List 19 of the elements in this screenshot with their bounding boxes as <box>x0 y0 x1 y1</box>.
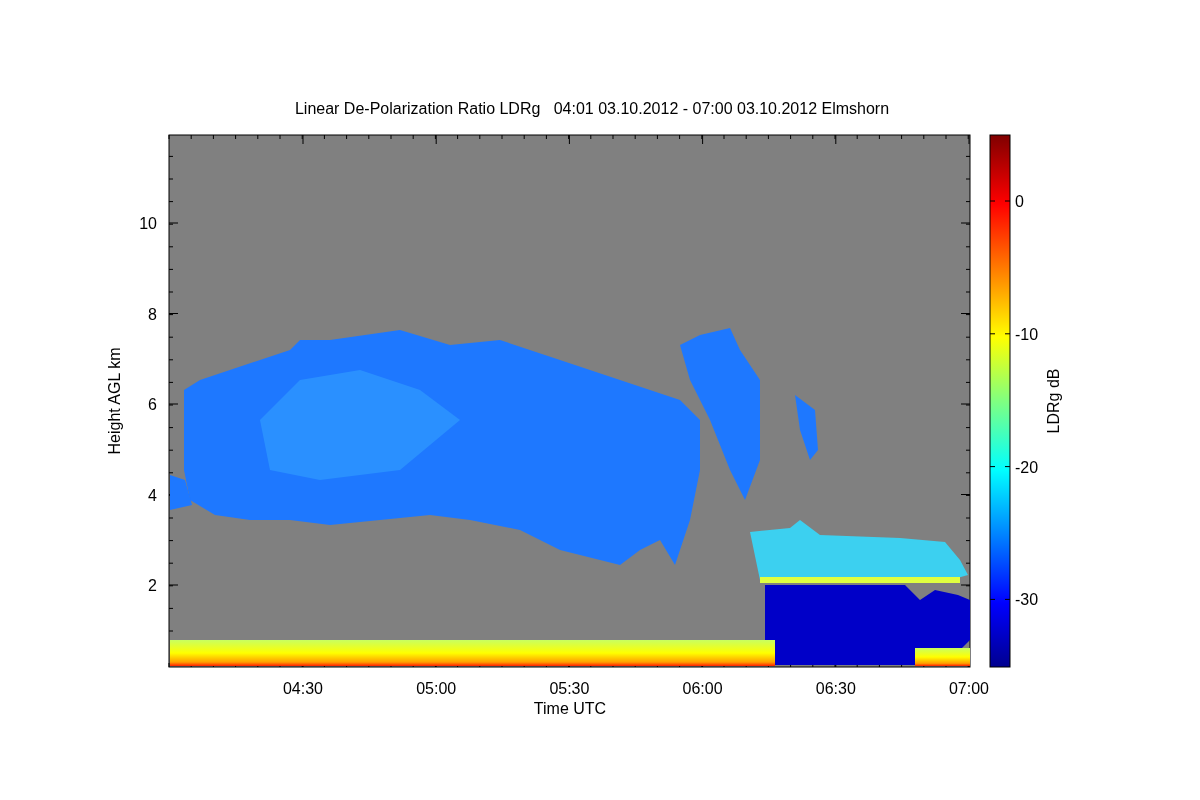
tick-label: 07:00 <box>949 680 989 697</box>
tick-label: 06:30 <box>815 680 856 697</box>
axis-label: Height AGL km <box>106 347 123 455</box>
tick-label: 06:00 <box>682 680 723 697</box>
tick-label: -10 <box>1015 325 1039 343</box>
tick-label: 6 <box>148 396 157 413</box>
axis-label: Time UTC <box>533 700 607 717</box>
tick-label: -20 <box>1015 458 1039 476</box>
tick-label: 8 <box>148 305 157 323</box>
plot-title: Linear De-Polarization Ratio LDRg 04:01 03.10.2012 - 07:00 03.10.2012 Elmshorn <box>294 100 890 117</box>
tick-label: 05:30 <box>549 680 590 697</box>
tick-label: 4 <box>148 486 157 504</box>
tick-label: -30 <box>1015 591 1039 609</box>
tick-label: 10 <box>139 215 157 232</box>
tick-label: 04:30 <box>283 680 323 697</box>
colorbar-label: LDRg dB <box>1045 368 1062 434</box>
tick-label: 2 <box>148 577 157 594</box>
tick-label: 05:00 <box>416 680 457 697</box>
tick-label: 0 <box>1015 193 1024 210</box>
